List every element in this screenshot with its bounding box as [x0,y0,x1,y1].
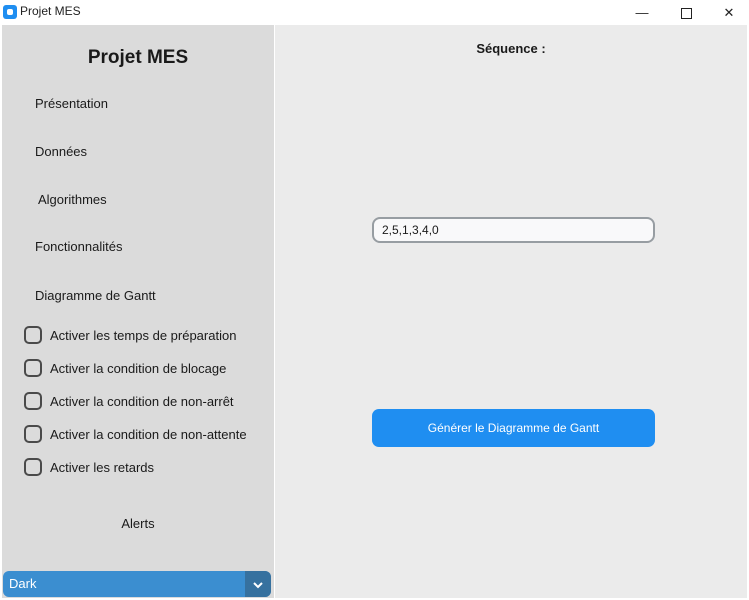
checkbox[interactable] [24,458,42,476]
sidebar-title: Projet MES [87,47,189,68]
option-label: Activer les retards [50,459,155,475]
option-condition-blocage[interactable]: Activer la condition de blocage [24,356,226,380]
close-icon: ✕ [723,5,735,20]
minimize-button[interactable]: — [619,0,665,25]
minimize-icon: — [635,5,649,20]
option-condition-non-attente[interactable]: Activer la condition de non-attente [24,422,247,446]
checkbox[interactable] [24,425,42,443]
nav-algorithmes[interactable]: Algorithmes [38,192,107,207]
nav-donnees[interactable]: Données [35,144,87,159]
theme-dropdown[interactable]: Dark [3,571,271,597]
option-label: Activer les temps de préparation [50,327,237,343]
window-title: Projet MES [20,4,81,18]
sequence-input[interactable] [372,217,655,243]
option-condition-non-arret[interactable]: Activer la condition de non-arrêt [24,389,234,413]
nav-presentation[interactable]: Présentation [35,96,108,111]
theme-dropdown-value: Dark [9,576,37,591]
close-button[interactable]: ✕ [706,0,749,25]
sidebar: Projet MES Présentation Données Algorith… [2,25,274,598]
alerts-label: Alerts [121,516,155,531]
option-label: Activer la condition de non-arrêt [50,393,234,409]
chevron-down-icon[interactable] [245,571,271,597]
option-label: Activer la condition de blocage [50,360,227,376]
checkbox[interactable] [24,326,42,344]
main-panel: Séquence : Générer le Diagramme de Gantt [275,25,747,598]
generate-gantt-button[interactable]: Générer le Diagramme de Gantt [372,409,655,447]
title-bar: Projet MES — ✕ [0,0,749,25]
sequence-label: Séquence : [476,41,546,56]
nav-diagramme-gantt[interactable]: Diagramme de Gantt [35,288,156,303]
option-label: Activer la condition de non-attente [50,426,247,442]
checkbox[interactable] [24,392,42,410]
option-temps-preparation[interactable]: Activer les temps de préparation [24,323,236,347]
checkbox[interactable] [24,359,42,377]
maximize-icon [680,8,692,20]
app-icon [3,5,17,19]
maximize-button[interactable] [663,0,709,25]
nav-fonctionnalites[interactable]: Fonctionnalités [35,239,122,254]
option-retards[interactable]: Activer les retards [24,455,154,479]
